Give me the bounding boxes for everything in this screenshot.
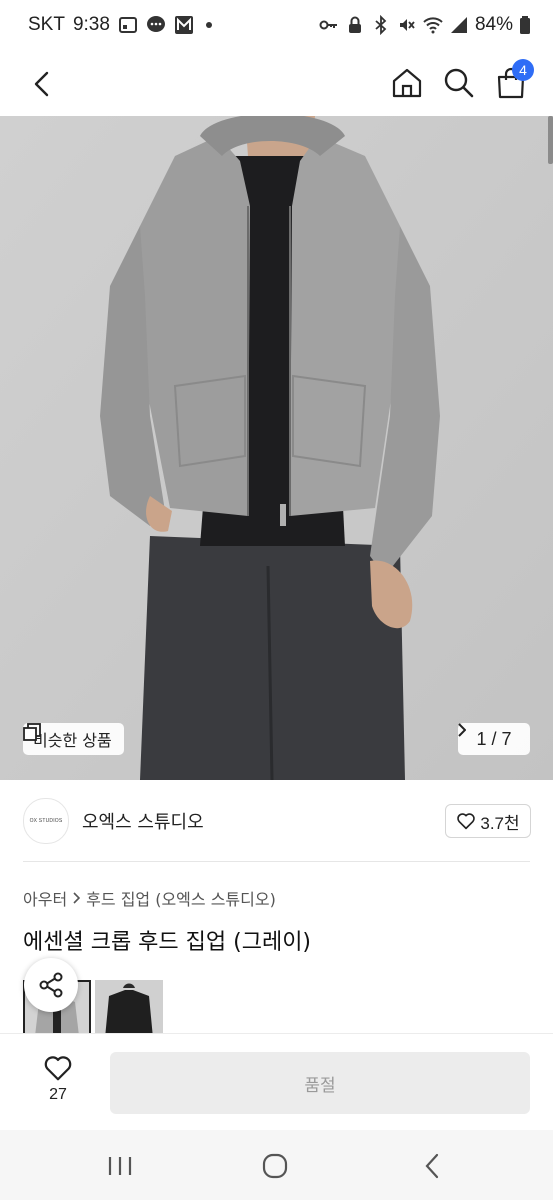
soldout-button[interactable]: 품절 <box>110 1052 530 1114</box>
wishlist-button[interactable]: 27 <box>30 1054 86 1114</box>
product-image[interactable]: 비슷한 상품 1 / 7 <box>0 116 553 780</box>
back-arrow-icon <box>34 71 49 97</box>
back-chevron-icon <box>425 1153 439 1179</box>
status-left: SKT 9:38 <box>28 14 212 36</box>
home-icon <box>392 68 422 98</box>
clock-label: 9:38 <box>72 14 110 35</box>
sim-card-icon <box>118 15 138 35</box>
breadcrumb-category[interactable]: 아우터 <box>23 886 67 910</box>
store-row[interactable]: OX STUDIOS 오엑스 스튜디오 3.7천 <box>0 780 553 862</box>
recent-apps-icon <box>108 1157 132 1175</box>
status-bar: SKT 9:38 84% <box>0 0 553 52</box>
key-icon <box>319 15 339 35</box>
search-icon <box>444 68 474 98</box>
similar-products-button[interactable]: 비슷한 상품 <box>23 723 124 755</box>
store-like-button[interactable]: 3.7천 <box>445 804 531 838</box>
battery-percent: 84% <box>474 14 513 35</box>
recent-apps-button[interactable] <box>100 1150 140 1182</box>
divider <box>23 861 530 862</box>
similar-products-label: 비슷한 상품 <box>33 731 112 750</box>
bluetooth-icon <box>371 15 391 35</box>
status-right: 84% <box>319 14 531 36</box>
chevron-right-icon <box>73 892 81 904</box>
carrier-label: SKT <box>28 14 65 35</box>
system-navigation-bar <box>0 1130 553 1200</box>
top-app-bar: 4 <box>0 52 553 116</box>
store-logo: OX STUDIOS <box>23 798 69 844</box>
cart-count-badge: 4 <box>512 59 534 81</box>
mute-icon <box>397 15 417 35</box>
cart-button[interactable]: 4 <box>490 59 534 104</box>
signal-icon <box>449 15 469 35</box>
back-button[interactable] <box>22 64 62 104</box>
share-button[interactable] <box>24 958 78 1012</box>
system-back-button[interactable] <box>412 1150 452 1182</box>
store-name[interactable]: 오엑스 스튜디오 <box>82 808 204 834</box>
wishlist-count: 27 <box>49 1086 67 1103</box>
black-hoodie-thumbnail <box>95 980 163 1038</box>
home-button[interactable] <box>386 62 428 104</box>
breadcrumb: 아우터 후드 집업 (오엑스 스튜디오) <box>23 886 276 910</box>
system-home-button[interactable] <box>255 1150 295 1182</box>
search-button[interactable] <box>438 62 480 104</box>
wifi-icon <box>423 15 443 35</box>
bottom-action-bar: 27 품절 <box>0 1033 553 1131</box>
hoodie-model-photo <box>0 116 553 780</box>
product-title: 에센셜 크롭 후드 집업 (그레이) <box>23 930 312 955</box>
share-icon <box>39 972 63 998</box>
image-pager[interactable]: 1 / 7 <box>458 723 530 755</box>
battery-icon <box>519 15 531 35</box>
m-app-icon <box>174 15 194 35</box>
similar-items-icon <box>23 723 41 741</box>
heart-outline-icon <box>44 1056 72 1081</box>
image-pager-label: 1 / 7 <box>476 728 512 749</box>
color-option-black[interactable] <box>95 980 163 1038</box>
chat-bubble-icon <box>146 15 166 35</box>
breadcrumb-subcategory[interactable]: 후드 집업 (오엑스 스튜디오) <box>86 886 276 910</box>
home-circle-icon <box>262 1153 288 1179</box>
notification-dot <box>205 22 212 28</box>
heart-outline-icon <box>457 813 476 830</box>
store-like-count: 3.7천 <box>480 813 520 833</box>
scroll-indicator <box>548 116 553 164</box>
lock-icon <box>345 15 365 35</box>
chevron-right-icon <box>458 723 466 737</box>
